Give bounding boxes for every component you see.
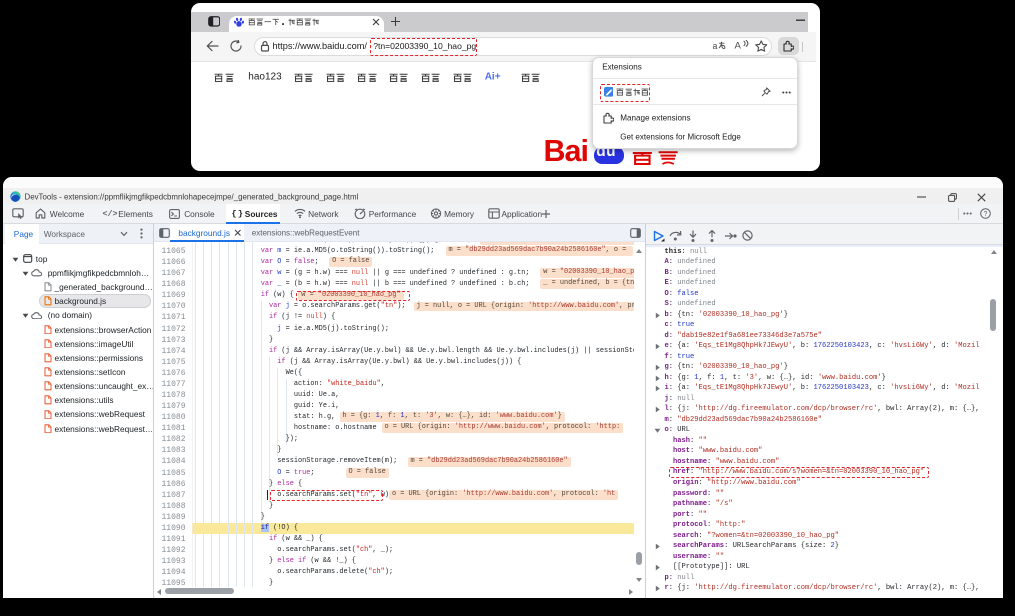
svg-text:?: ? — [984, 211, 988, 218]
